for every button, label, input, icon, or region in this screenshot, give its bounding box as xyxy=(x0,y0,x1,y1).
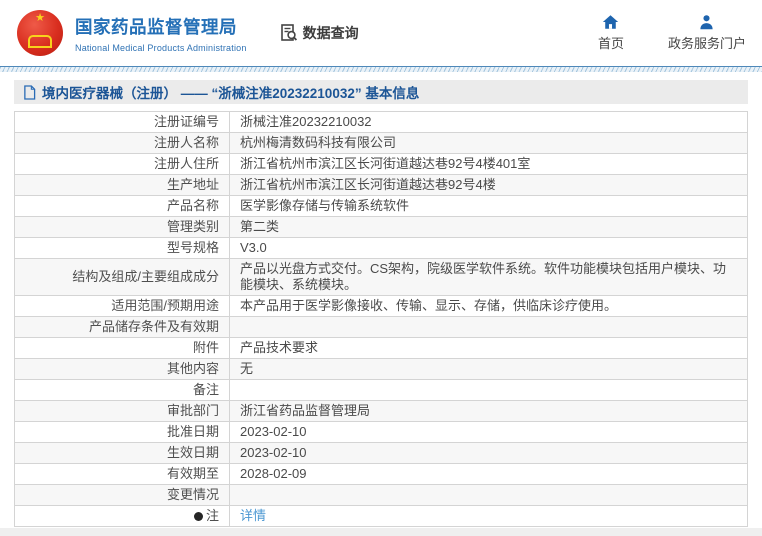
table-row: 生效日期 2023-02-10 xyxy=(14,442,748,464)
site-title-block: 国家药品监督管理局 National Medical Products Admi… xyxy=(75,14,247,53)
table-row: 管理类别 第二类 xyxy=(14,216,748,238)
table-cell-label: 其他内容 xyxy=(14,358,230,380)
emblem-gate-icon xyxy=(28,35,52,48)
main-content: 境内医疗器械（注册） —— “浙械注准20232210032” 基本信息 注册证… xyxy=(0,72,762,528)
table-cell-value xyxy=(229,316,748,338)
table-cell-label: 审批部门 xyxy=(14,400,230,422)
table-cell-value: 2028-02-09 xyxy=(229,463,748,485)
site-header: ★ 国家药品监督管理局 National Medical Products Ad… xyxy=(0,0,762,66)
table-cell-value: 杭州梅清数码科技有限公司 xyxy=(229,132,748,154)
nav-label-home: 首页 xyxy=(597,36,624,51)
document-icon xyxy=(24,84,36,100)
home-icon xyxy=(603,15,619,29)
table-row: 注详情 xyxy=(14,505,748,527)
nav-item-gov-portal[interactable]: 政务服务门户 xyxy=(668,14,746,52)
data-query-label: 数据查询 xyxy=(302,25,359,41)
table-row: 注册人名称 杭州梅清数码科技有限公司 xyxy=(14,132,748,154)
table-cell-label: 产品储存条件及有效期 xyxy=(14,316,230,338)
detail-link[interactable]: 详情 xyxy=(240,508,266,523)
table-cell-value: 浙江省药品监督管理局 xyxy=(229,400,748,422)
nav-label-gov-portal: 政务服务门户 xyxy=(667,36,746,51)
table-cell-label: 适用范围/预期用途 xyxy=(14,295,230,317)
table-cell-label: 型号规格 xyxy=(14,237,230,259)
table-cell-value xyxy=(229,484,748,506)
table-cell-label: 注册证编号 xyxy=(14,111,230,133)
breadcrumb: 境内医疗器械（注册） —— “浙械注准20232210032” 基本信息 xyxy=(14,80,748,104)
national-emblem-icon: ★ xyxy=(17,10,63,56)
note-icon xyxy=(193,512,203,521)
table-row: 注册证编号 浙械注准20232210032 xyxy=(14,111,748,133)
document-search-icon xyxy=(280,24,297,41)
site-logo[interactable]: ★ 国家药品监督管理局 National Medical Products Ad… xyxy=(17,10,247,56)
site-subtitle: National Medical Products Administration xyxy=(75,42,247,53)
table-row: 其他内容无 xyxy=(14,358,748,380)
nav-item-home[interactable]: 首页 xyxy=(590,14,632,52)
table-cell-value: 产品技术要求 xyxy=(229,337,748,359)
table-cell-value: 浙江省杭州市滨江区长河街道越达巷92号4楼401室 xyxy=(229,153,748,175)
site-title: 国家药品监督管理局 xyxy=(75,16,237,37)
table-row: 型号规格 V3.0 xyxy=(14,237,748,259)
table-cell-value: 医学影像存储与传输系统软件 xyxy=(229,195,748,217)
table-cell-value: 产品以光盘方式交付。CS架构，院级医学软件系统。软件功能模块包括用户模块、功能模… xyxy=(229,258,748,296)
data-query-button[interactable]: 数据查询 xyxy=(279,23,359,43)
table-cell-label: 注册人住所 xyxy=(14,153,230,175)
table-row: 批准日期 2023-02-10 xyxy=(14,421,748,443)
table-cell-value: 无 xyxy=(229,358,748,380)
breadcrumb-text: 境内医疗器械（注册） —— “浙械注准20232210032” 基本信息 xyxy=(42,86,420,101)
table-cell-value: 详情 xyxy=(229,505,748,527)
table-cell-value: 2023-02-10 xyxy=(229,421,748,443)
table-cell-value: 2023-02-10 xyxy=(229,442,748,464)
emblem-star-icon: ★ xyxy=(35,12,45,24)
page: { "header": { "title": "国家药品监督管理局", "sub… xyxy=(0,0,762,536)
table-cell-value: V3.0 xyxy=(229,237,748,259)
person-icon xyxy=(700,15,714,30)
registration-info-table: 注册证编号 浙械注准20232210032 注册人名称 杭州梅清数码科技有限公司 注册人… xyxy=(14,111,748,527)
table-row: 产品储存条件及有效期 xyxy=(14,316,748,338)
table-cell-label: 备注 xyxy=(14,379,230,401)
table-row: 附件 产品技术要求 xyxy=(14,337,748,359)
table-cell-value: 浙江省杭州市滨江区长河街道越达巷92号4楼 xyxy=(229,174,748,196)
table-row: 生产地址 浙江省杭州市滨江区长河街道越达巷92号4楼 xyxy=(14,174,748,196)
table-row: 审批部门 浙江省药品监督管理局 xyxy=(14,400,748,422)
table-cell-label: 生效日期 xyxy=(14,442,230,464)
table-cell-label: 批准日期 xyxy=(14,421,230,443)
table-row: 产品名称 医学影像存储与传输系统软件 xyxy=(14,195,748,217)
table-cell-label: 变更情况 xyxy=(14,484,230,506)
table-row: 有效期至 2028-02-09 xyxy=(14,463,748,485)
table-cell-label: 有效期至 xyxy=(14,463,230,485)
table-cell-label: 注册人名称 xyxy=(14,132,230,154)
table-cell-label: 管理类别 xyxy=(14,216,230,238)
table-cell-label: 产品名称 xyxy=(14,195,230,217)
table-row: 结构及组成/主要组成成分 产品以光盘方式交付。CS架构，院级医学软件系统。软件功能… xyxy=(14,258,748,296)
table-cell-label: 附件 xyxy=(14,337,230,359)
table-cell-value: 本产品用于医学影像接收、传输、显示、存储，供临床诊疗使用。 xyxy=(229,295,748,317)
table-cell-label: 结构及组成/主要组成成分 xyxy=(14,258,230,296)
top-nav: 首页 政务服务门户 xyxy=(590,14,746,52)
table-cell-value: 浙械注准20232210032 xyxy=(229,111,748,133)
table-cell-value xyxy=(229,379,748,401)
info-table-body: 注册证编号 浙械注准20232210032 注册人名称 杭州梅清数码科技有限公司 注册人… xyxy=(14,111,748,527)
table-cell-label: 注 xyxy=(14,505,230,527)
table-row: 变更情况 xyxy=(14,484,748,506)
table-row: 备注 xyxy=(14,379,748,401)
table-row: 适用范围/预期用途 本产品用于医学影像接收、传输、显示、存储，供临床诊疗使用。 xyxy=(14,295,748,317)
table-cell-label: 生产地址 xyxy=(14,174,230,196)
table-cell-value: 第二类 xyxy=(229,216,748,238)
table-row: 注册人住所 浙江省杭州市滨江区长河街道越达巷92号4楼401室 xyxy=(14,153,748,175)
